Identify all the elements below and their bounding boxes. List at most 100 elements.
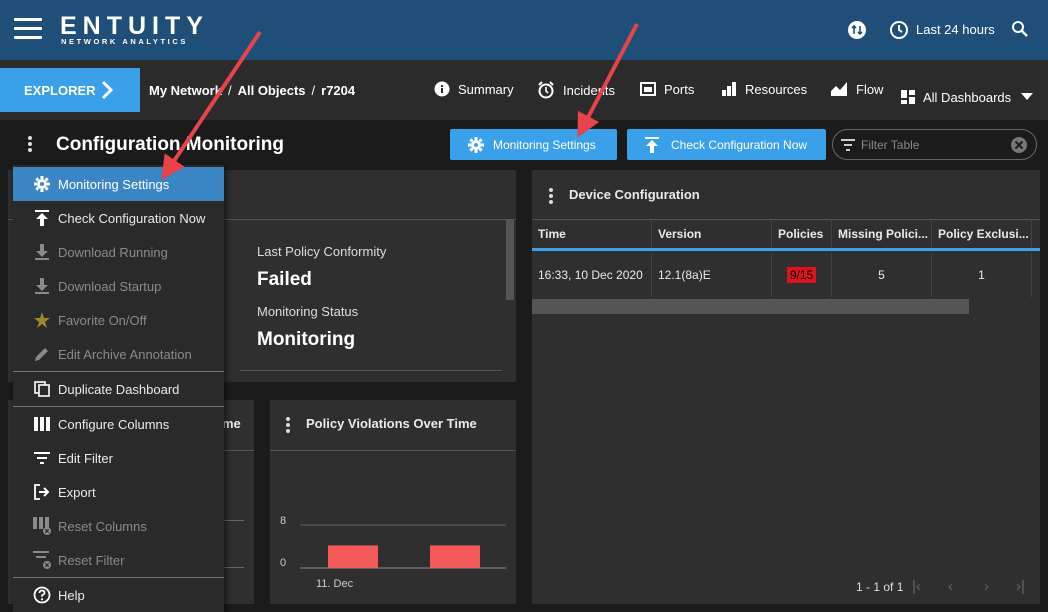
policy-violations-title: Policy Violations Over Time [306,416,477,431]
horizontal-scrollbar[interactable] [532,299,969,314]
divider [270,450,516,451]
bar-chart-icon [721,81,737,97]
gear-icon [33,176,51,192]
clear-filter-icon[interactable] [1010,136,1028,154]
menu-item-check-configuration-now[interactable]: Check Configuration Now [13,201,224,235]
menu-item-reset-filter[interactable]: Reset Filter [13,543,224,577]
chevron-right-icon [100,80,114,100]
tab-flow[interactable]: Flow [830,81,883,97]
upload-icon [645,136,659,153]
panel-menu-kebab-icon[interactable] [286,417,290,435]
caret-down-icon [1021,93,1034,101]
breadcrumb: My Network / All Objects / r7204 [149,83,356,98]
menu-item-duplicate-dashboard[interactable]: Duplicate Dashboard [13,372,224,406]
last-policy-conformity-value: Failed [257,269,312,290]
menu-item-monitoring-settings[interactable]: Monitoring Settings [13,167,224,201]
vertical-scrollbar[interactable] [506,220,514,300]
device-configuration-title: Device Configuration [569,187,700,202]
upload-icon [33,210,51,226]
menu-item-configure-columns[interactable]: Configure Columns [13,407,224,441]
column-header-policy-exclusions[interactable]: Policy Exclusi... [932,219,1032,249]
menu-item-edit-archive-annotation[interactable]: Edit Archive Annotation [13,337,224,371]
column-header-version[interactable]: Version [652,219,772,249]
breadcrumb-all-objects[interactable]: All Objects [238,83,306,98]
next-page-icon[interactable]: › [984,578,989,595]
reset-filter-icon [33,551,51,569]
flow-chart-icon [830,81,848,97]
breadcrumb-my-network[interactable]: My Network [149,83,222,98]
previous-page-icon[interactable]: ‹ [948,578,953,595]
cell-policy-exclusions: 1 [932,253,1032,297]
menu-item-download-running[interactable]: Download Running [13,235,224,269]
filter-table-input[interactable] [861,136,1001,154]
check-configuration-now-button[interactable]: Check Configuration Now [627,129,826,160]
cell-missing-policies: 5 [832,253,932,297]
column-header-missing-policies[interactable]: Missing Polici... [832,219,932,249]
download-icon [33,244,51,260]
monitoring-status-label: Monitoring Status [257,304,359,319]
tab-all-dashboards[interactable]: All Dashboards [895,70,1048,112]
pencil-icon [33,346,51,362]
menu-item-help[interactable]: Help [13,578,224,612]
breadcrumb-r7204: r7204 [321,83,356,98]
menu-item-favorite-on-off[interactable]: Favorite On/Off [13,303,224,337]
star-icon [33,312,51,328]
port-icon [640,81,656,97]
last-policy-conformity-label: Last Policy Conformity [257,244,387,259]
last-page-icon[interactable]: ›| [1016,578,1025,595]
policy-violations-chart: 8 0 11. Dec [280,515,506,590]
bars [328,545,480,568]
explorer-button[interactable]: EXPLORER [0,68,140,112]
logo-subtitle: NETWORK ANALYTICS [61,37,188,46]
gridline [224,520,244,521]
column-header-time[interactable]: Time [532,219,652,249]
column-header-policies[interactable]: Policies [772,219,832,249]
pagination-status: 1 - 1 of 1 [856,580,904,594]
filter-icon [841,139,855,151]
tab-ports[interactable]: Ports [640,81,694,97]
sort-toggle-icon[interactable] [848,21,866,39]
left-lower-panel-title: me [222,416,241,431]
monitoring-status-value: Monitoring [257,329,356,350]
gear-icon [468,136,484,153]
divider [240,370,502,371]
tab-resources[interactable]: Resources [721,81,807,97]
info-icon [434,81,450,97]
header-underline [532,248,1040,251]
alarm-icon [537,81,555,99]
reset-columns-icon [33,517,51,535]
menu-item-reset-columns[interactable]: Reset Columns [13,509,224,543]
y-tick-label: 8 [280,515,286,527]
page-title: Configuration Monitoring [56,134,284,155]
policies-violation-badge: 9/15 [786,267,817,283]
chart-bar[interactable] [430,545,480,568]
cell-time: 16:33, 10 Dec 2020 [532,253,652,297]
download-icon [33,278,51,294]
copy-icon [33,381,51,397]
columns-icon [33,417,51,431]
menu-item-download-startup[interactable]: Download Startup [13,269,224,303]
monitoring-settings-button[interactable]: Monitoring Settings [450,129,617,160]
first-page-icon[interactable]: |‹ [912,578,921,595]
tab-summary[interactable]: Summary [434,81,514,97]
panel-menu-kebab-icon[interactable] [549,188,553,206]
tab-incidents[interactable]: Incidents [537,81,615,99]
time-range-selector[interactable]: Last 24 hours [916,22,995,37]
chart-bar[interactable] [328,545,378,568]
search-icon[interactable] [1011,20,1029,38]
cell-version: 12.1(8a)E [652,253,772,297]
y-tick-label: 0 [280,557,286,569]
help-icon [33,586,51,604]
divider [224,450,254,451]
gridline [224,567,244,568]
hamburger-menu-icon[interactable] [14,18,42,42]
menu-item-export[interactable]: Export [13,475,224,509]
cell-policies: 9/15 [772,253,832,297]
clock-icon[interactable] [889,20,909,40]
dashboard-menu-kebab-icon[interactable] [28,136,32,154]
dashboard-icon [901,90,915,104]
filter-table-field [832,129,1037,160]
export-icon [33,484,51,500]
menu-item-edit-filter[interactable]: Edit Filter [13,441,224,475]
filter-icon [33,452,51,464]
